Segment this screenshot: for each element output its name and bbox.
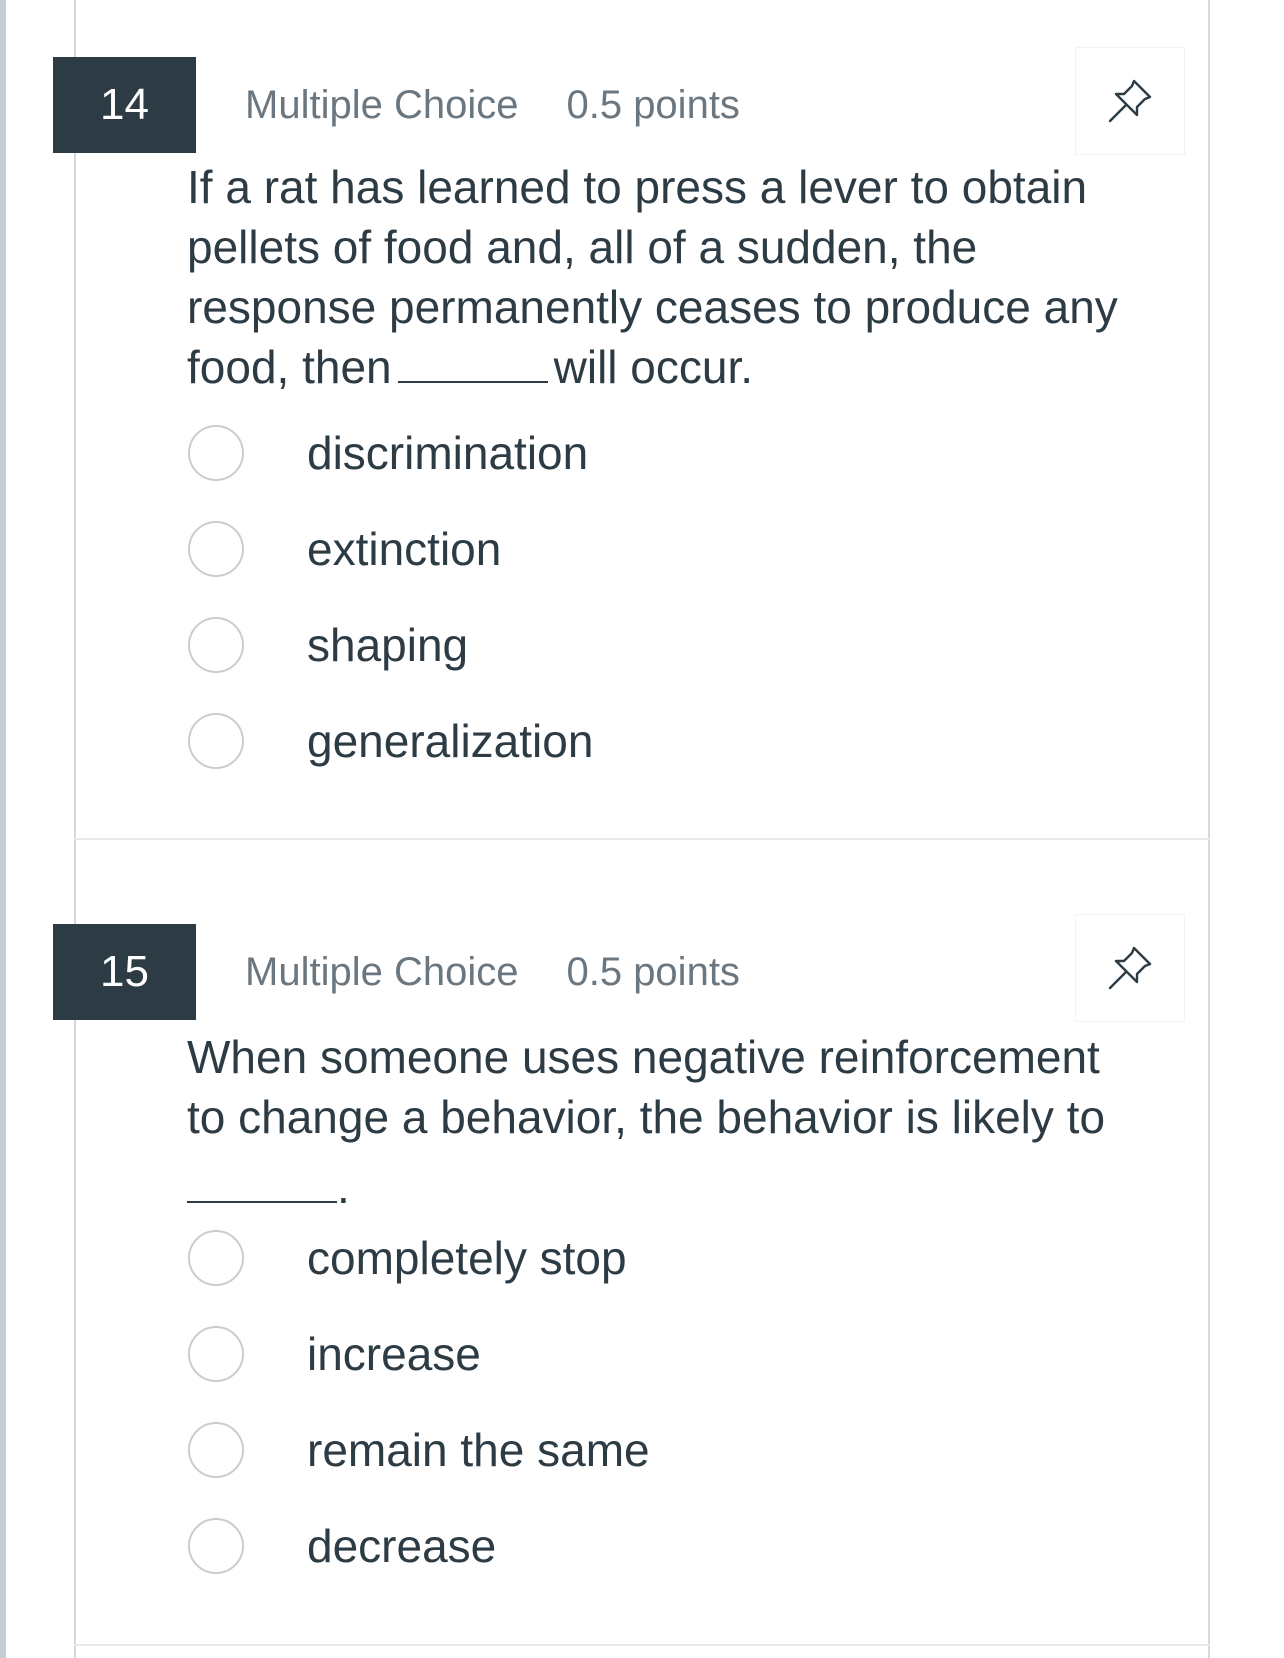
prompt-line: . [187,1157,1147,1217]
radio-button[interactable] [188,1518,244,1574]
answer-option[interactable]: completely stop [188,1210,1088,1306]
question-divider [74,838,1210,840]
question-divider [74,1644,1210,1646]
radio-button[interactable] [188,617,244,673]
answer-label: decrease [307,1520,497,1572]
answer-label: shaping [307,619,469,671]
radio-button[interactable] [188,1230,244,1286]
radio-button[interactable] [188,1422,244,1478]
radio-button[interactable] [188,521,244,577]
answer-option[interactable]: shaping [188,597,1088,693]
pin-icon [1108,946,1152,990]
answer-label: discrimination [307,427,589,479]
radio-button[interactable] [188,425,244,481]
pin-question-button[interactable] [1075,47,1185,155]
answer-list: completely stop increase remain the same… [188,1210,1088,1594]
question-header: Multiple Choice 0.5 points [245,950,740,995]
answer-list: discrimination extinction shaping genera… [188,405,1088,789]
question-type: Multiple Choice [245,83,519,127]
question-points: 0.5 points [566,83,740,127]
prompt-text: . [337,1161,350,1213]
prompt-text: food, then [187,341,392,393]
prompt-line: When someone uses negative reinforcement [187,1031,1100,1083]
prompt-line: food, then will occur. [187,337,1147,397]
pin-icon [1108,79,1152,123]
answer-option[interactable]: extinction [188,501,1088,597]
answer-label: completely stop [307,1232,627,1284]
question-prompt: When someone uses negative reinforcement… [187,1027,1147,1217]
answer-label: remain the same [307,1424,650,1476]
prompt-text: will occur. [553,341,754,393]
answer-option[interactable]: generalization [188,693,1088,789]
radio-button[interactable] [188,713,244,769]
left-edge-rail [0,0,6,1658]
answer-label: extinction [307,523,502,575]
prompt-line: response permanently ceases to produce a… [187,281,1118,333]
answer-label: increase [307,1328,481,1380]
question-header: Multiple Choice 0.5 points [245,83,740,128]
question-prompt: If a rat has learned to press a lever to… [187,157,1147,397]
question-number-badge: 15 [53,924,196,1020]
answer-option[interactable]: remain the same [188,1402,1088,1498]
pin-question-button[interactable] [1075,914,1185,1022]
question-type: Multiple Choice [245,950,519,994]
answer-option[interactable]: decrease [188,1498,1088,1594]
answer-label: generalization [307,715,594,767]
fill-in-blank [397,337,548,383]
question-number-badge: 14 [53,57,196,153]
radio-button[interactable] [188,1326,244,1382]
prompt-line: pellets of food and, all of a sudden, th… [187,221,978,273]
prompt-line: to change a behavior, the behavior is li… [187,1091,1106,1143]
fill-in-blank [187,1163,337,1203]
answer-option[interactable]: increase [188,1306,1088,1402]
answer-option[interactable]: discrimination [188,405,1088,501]
prompt-line: If a rat has learned to press a lever to… [187,161,1088,213]
question-points: 0.5 points [566,950,740,994]
